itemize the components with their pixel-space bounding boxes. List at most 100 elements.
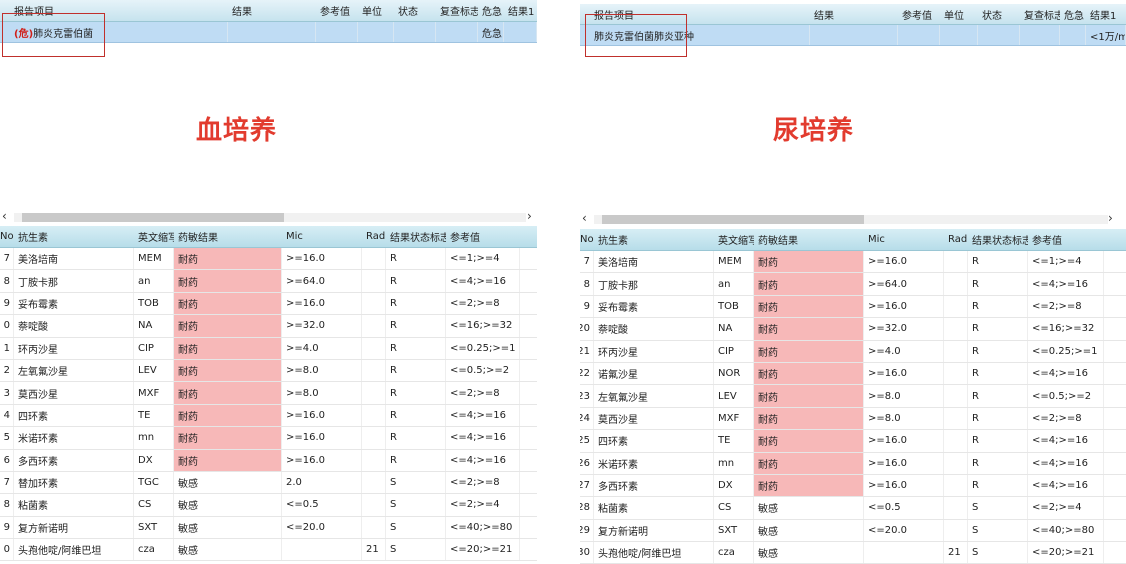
- left-horizontal-scrollbar[interactable]: ‹ ›: [0, 209, 537, 223]
- scroll-thumb[interactable]: [22, 213, 284, 222]
- antibiotic-abbr: SXT: [134, 516, 174, 539]
- table-row[interactable]: 9 复方新诺明 SXT 敏感 <=20.0 S <=40;>=80: [0, 516, 537, 540]
- scroll-thumb[interactable]: [602, 215, 864, 224]
- table-row[interactable]: 9 妥布霉素 TOB 耐药 >=16.0 R <=2;>=8: [0, 292, 537, 316]
- table-row[interactable]: 9 妥布霉素 TOB 耐药 >=16.0 R <=2;>=8: [580, 295, 1126, 319]
- table-row[interactable]: 30头孢他啶/阿维巴坦cza敏感 21S<=20;>=21: [580, 542, 1126, 564]
- status-flag: S: [968, 497, 1028, 519]
- scroll-left-arrow-icon[interactable]: ‹: [582, 211, 587, 225]
- row-no: 2: [0, 359, 14, 382]
- table-row[interactable]: 20萘啶酸NA耐药>=32.0 R<=16;>=32: [580, 318, 1126, 341]
- table-row[interactable]: 22诺氟沙星NOR耐药>=16.0 R<=4;>=16: [580, 362, 1126, 386]
- rad-value: [362, 449, 386, 471]
- mic-value: >=8.0: [282, 359, 362, 382]
- table-row[interactable]: 8 丁胺卡那 an 耐药 >=64.0 R <=4;>=16: [0, 270, 537, 293]
- status-flag: R: [968, 318, 1028, 340]
- table-row[interactable]: 7 美洛培南 MEM 耐药 >=16.0 R <=1;>=4: [580, 251, 1126, 274]
- table-row[interactable]: 27多西环素DX耐药>=16.0 R<=4;>=16: [580, 474, 1126, 498]
- col-ref[interactable]: 参考值: [446, 229, 520, 244]
- table-row[interactable]: 29复方新诺明SXT敏感<=20.0 S<=40;>=80: [580, 519, 1126, 543]
- report-col-recheck[interactable]: 复查标志: [1020, 7, 1060, 22]
- report-col-ref[interactable]: 参考值: [316, 3, 358, 18]
- table-row[interactable]: 28粘菌素CS敏感<=0.5 S<=2;>=4: [580, 497, 1126, 520]
- mic-value: >=16.0: [282, 292, 362, 315]
- scroll-left-arrow-icon[interactable]: ‹: [2, 209, 7, 223]
- col-rad[interactable]: Rad: [362, 231, 386, 242]
- reference-range: <=2;>=8: [1028, 295, 1104, 318]
- col-abbr[interactable]: 英文缩写: [714, 232, 754, 247]
- table-row[interactable]: 23左氧氟沙星LEV耐药>=8.0 R<=0.5;>=2: [580, 385, 1126, 408]
- report-col-recheck[interactable]: 复查标志: [436, 3, 478, 18]
- susceptibility-result: 耐药: [174, 315, 282, 337]
- report-col-unit[interactable]: 单位: [940, 7, 978, 22]
- col-mic[interactable]: Mic: [864, 234, 944, 245]
- rad-value: [944, 430, 968, 452]
- report-col-critical[interactable]: 危急: [1060, 7, 1086, 22]
- susceptibility-result: 耐药: [174, 359, 282, 382]
- rad-value: [362, 337, 386, 359]
- table-row[interactable]: 26米诺环素mn耐药>=16.0 R<=4;>=16: [580, 452, 1126, 475]
- report-col-status[interactable]: 状态: [978, 7, 1020, 22]
- scroll-right-arrow-icon[interactable]: ›: [527, 209, 532, 223]
- table-row[interactable]: 5 米诺环素 mn 耐药 >=16.0 R <=4;>=16: [0, 427, 537, 450]
- row-no: 22: [580, 362, 594, 385]
- antibiotic-name: 左氧氟沙星: [594, 385, 714, 407]
- table-row[interactable]: 3 莫西沙星 MXF 耐药 >=8.0 R <=2;>=8: [0, 382, 537, 405]
- col-no[interactable]: No.: [580, 234, 594, 245]
- table-row[interactable]: 0 萘啶酸 NA 耐药 >=32.0 R <=16;>=32: [0, 315, 537, 338]
- col-result[interactable]: 药敏结果: [754, 232, 864, 247]
- row-no: 0: [0, 315, 14, 337]
- table-row[interactable]: 7 替加环素 TGC 敏感 2.0 S <=2;>=8: [0, 471, 537, 495]
- antibiotic-abbr: TE: [714, 430, 754, 452]
- antibiotic-abbr: MEM: [134, 248, 174, 270]
- antibiotic-name: 四环素: [14, 404, 134, 427]
- col-flag[interactable]: 结果状态标志: [968, 232, 1028, 247]
- susceptibility-result: 敏感: [754, 497, 864, 519]
- col-flag[interactable]: 结果状态标志: [386, 229, 446, 244]
- report-col-result[interactable]: 结果: [228, 3, 316, 18]
- right-horizontal-scrollbar[interactable]: ‹ ›: [580, 211, 1126, 225]
- report-col-unit[interactable]: 单位: [358, 3, 394, 18]
- rad-value: [944, 318, 968, 340]
- reference-range: <=4;>=16: [446, 449, 520, 471]
- table-row[interactable]: 24莫西沙星MXF耐药>=8.0 R<=2;>=8: [580, 407, 1126, 431]
- table-row[interactable]: 21环丙沙星CIP耐药>=4.0 R<=0.25;>=1: [580, 340, 1126, 363]
- status-flag: R: [386, 337, 446, 359]
- report-col-critical[interactable]: 危急: [478, 3, 504, 18]
- rad-value: [362, 248, 386, 270]
- table-row[interactable]: 0 头孢他啶/阿维巴坦 cza 敏感 21 S <=20;>=21: [0, 539, 537, 562]
- row-no: 25: [580, 430, 594, 452]
- row-no: 21: [580, 340, 594, 362]
- table-row[interactable]: 2 左氧氟沙星 LEV 耐药 >=8.0 R <=0.5;>=2: [0, 359, 537, 383]
- antibiotic-abbr: DX: [134, 449, 174, 471]
- col-antibiotic[interactable]: 抗生素: [14, 229, 134, 244]
- antibiotic-name: 莫西沙星: [14, 382, 134, 404]
- report-col-result[interactable]: 结果: [810, 7, 898, 22]
- report-col-ref[interactable]: 参考值: [898, 7, 940, 22]
- row-no: 23: [580, 385, 594, 407]
- table-row[interactable]: 25四环素TE耐药>=16.0 R<=4;>=16: [580, 430, 1126, 453]
- report-col-status[interactable]: 状态: [394, 3, 436, 18]
- table-row[interactable]: 4 四环素 TE 耐药 >=16.0 R <=4;>=16: [0, 404, 537, 428]
- table-row[interactable]: 7 美洛培南 MEM 耐药 >=16.0 R <=1;>=4: [0, 248, 537, 271]
- col-abbr[interactable]: 英文缩写: [134, 229, 174, 244]
- col-mic[interactable]: Mic: [282, 231, 362, 242]
- status-flag: S: [386, 471, 446, 494]
- report-col-result1[interactable]: 结果1: [504, 3, 537, 18]
- table-row[interactable]: 8 丁胺卡那 an 耐药 >=64.0 R <=4;>=16: [580, 273, 1126, 296]
- col-result[interactable]: 药敏结果: [174, 229, 282, 244]
- scroll-right-arrow-icon[interactable]: ›: [1108, 211, 1113, 225]
- table-row[interactable]: 8 粘菌素 CS 敏感 <=0.5 S <=2;>=4: [0, 494, 537, 517]
- table-row[interactable]: 6 多西环素 DX 耐药 >=16.0 R <=4;>=16: [0, 449, 537, 472]
- table-row[interactable]: 1 环丙沙星 CIP 耐药 >=4.0 R <=0.25;>=1: [0, 337, 537, 360]
- col-no[interactable]: No.: [0, 231, 14, 242]
- rad-value: [944, 340, 968, 362]
- report-col-result1[interactable]: 结果1: [1086, 7, 1126, 22]
- col-ref[interactable]: 参考值: [1028, 232, 1104, 247]
- status-flag: R: [968, 340, 1028, 362]
- mic-value: >=16.0: [864, 474, 944, 497]
- col-rad[interactable]: Rad: [944, 234, 968, 245]
- col-antibiotic[interactable]: 抗生素: [594, 232, 714, 247]
- susceptibility-result: 敏感: [754, 519, 864, 542]
- mic-value: >=4.0: [864, 340, 944, 362]
